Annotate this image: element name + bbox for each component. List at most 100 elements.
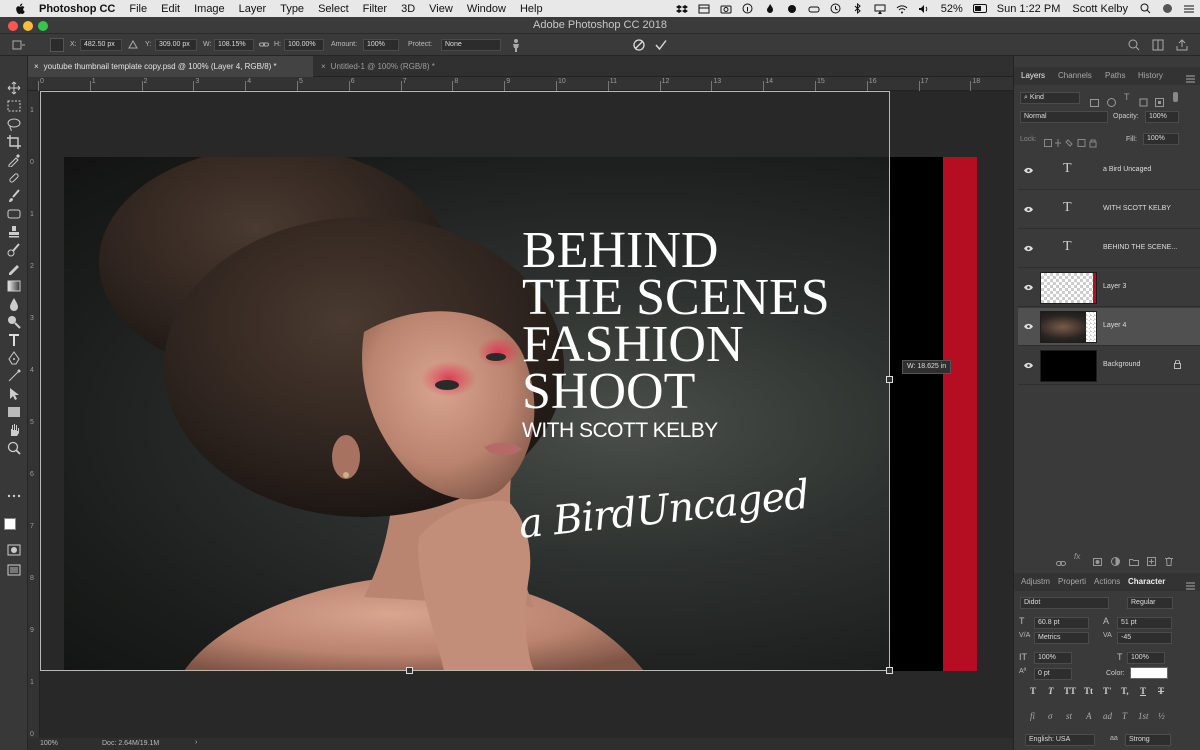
transform-handle-right[interactable] — [886, 376, 893, 383]
menu-user[interactable]: Scott Kelby — [1066, 3, 1134, 15]
dodge-tool-icon[interactable] — [6, 314, 22, 330]
layer-row-a-bird-uncaged[interactable]: T a Bird Uncaged — [1018, 152, 1200, 190]
close-tab-icon[interactable]: × — [321, 62, 326, 71]
time-machine-icon[interactable] — [829, 3, 843, 14]
wifi-icon[interactable] — [895, 3, 909, 14]
link-layers-icon[interactable] — [1056, 554, 1066, 572]
search-panel-icon[interactable] — [1128, 39, 1140, 53]
vertical-scale-field[interactable]: 100% — [1034, 652, 1072, 664]
font-family-select[interactable]: Didot — [1020, 597, 1109, 609]
all-caps-button[interactable]: TT — [1064, 686, 1076, 696]
titling-button[interactable]: T — [1122, 711, 1127, 721]
filter-shape-icon[interactable] — [1139, 94, 1148, 112]
notification-center-icon[interactable] — [1182, 3, 1196, 14]
hand-tool-icon[interactable] — [6, 422, 22, 438]
visibility-eye-icon[interactable] — [1023, 205, 1034, 214]
layer-name[interactable]: a Bird Uncaged — [1103, 166, 1151, 173]
menu-type[interactable]: Type — [273, 3, 311, 15]
lock-icons[interactable] — [1044, 135, 1114, 153]
new-group-icon[interactable] — [1129, 553, 1139, 571]
filter-adjustment-icon[interactable] — [1107, 94, 1116, 112]
panel-menu-icon[interactable] — [1186, 577, 1195, 595]
horizontal-scale-field[interactable]: 100% — [1127, 652, 1165, 664]
menu-layer[interactable]: Layer — [232, 3, 274, 15]
menu-select[interactable]: Select — [311, 3, 356, 15]
stylistic-alternates-button[interactable]: ad — [1103, 711, 1112, 721]
subscript-button[interactable]: T, — [1121, 686, 1129, 696]
adjustment-layer-icon[interactable] — [1111, 553, 1120, 571]
layer-row-behind-the-scenes[interactable]: T BEHIND THE SCENE... — [1018, 230, 1200, 268]
menu-image[interactable]: Image — [187, 3, 232, 15]
menu-help[interactable]: Help — [513, 3, 550, 15]
layer-row-with-scott-kelby[interactable]: T WITH SCOTT KELBY — [1018, 191, 1200, 229]
tab-paths[interactable]: Paths — [1105, 71, 1125, 80]
brush-tool-icon[interactable] — [6, 188, 22, 204]
reference-point-icon[interactable] — [50, 38, 64, 52]
ordinals-button[interactable]: 1st — [1138, 711, 1149, 721]
volume-icon[interactable] — [917, 3, 931, 14]
bluetooth-icon[interactable] — [851, 3, 865, 14]
siri-icon[interactable] — [1160, 3, 1174, 14]
shape-tool-icon[interactable] — [6, 404, 22, 420]
tab-actions[interactable]: Actions — [1094, 577, 1120, 586]
superscript-button[interactable]: T' — [1103, 686, 1112, 696]
language-select[interactable]: English: USA — [1025, 734, 1095, 746]
blur-tool-icon[interactable] — [6, 296, 22, 312]
close-tab-icon[interactable]: × — [34, 62, 39, 71]
healing-brush-icon[interactable] — [6, 170, 22, 186]
marquee-tool-icon[interactable] — [6, 98, 22, 114]
cloud-icon[interactable] — [785, 3, 799, 14]
layer-style-icon[interactable]: fx — [1074, 552, 1080, 561]
move-tool-icon[interactable] — [6, 80, 22, 96]
panel-menu-icon[interactable] — [1186, 70, 1195, 88]
crop-tool-icon[interactable] — [6, 134, 22, 150]
transform-handle-bottom-right[interactable] — [886, 667, 893, 674]
layer-name[interactable]: Layer 4 — [1103, 322, 1126, 329]
visibility-eye-icon[interactable] — [1023, 166, 1034, 175]
strikethrough-button[interactable]: T — [1158, 686, 1164, 696]
foreground-color-swatch[interactable] — [4, 518, 16, 530]
tab-youtube-thumbnail[interactable]: × youtube thumbnail template copy.psd @ 1… — [28, 56, 313, 77]
layer-name[interactable]: Layer 3 — [1103, 283, 1126, 290]
type-tool-icon[interactable] — [6, 332, 22, 348]
lasso-tool-icon[interactable] — [6, 116, 22, 132]
tab-untitled-1[interactable]: × Untitled-1 @ 100% (RGB/8) * — [315, 56, 495, 77]
tab-channels[interactable]: Channels — [1058, 71, 1092, 80]
share-icon[interactable] — [1176, 39, 1188, 53]
close-window-button[interactable] — [8, 21, 18, 31]
amount-field[interactable]: 100% — [363, 39, 399, 51]
dropbox-icon[interactable] — [675, 3, 689, 14]
path-selection-icon[interactable] — [6, 368, 22, 384]
eraser-icon[interactable] — [6, 206, 22, 222]
flame-icon[interactable] — [763, 3, 777, 14]
anti-alias-select[interactable]: Strong — [1125, 734, 1171, 746]
kerning-field[interactable]: Metrics — [1034, 632, 1089, 644]
document-canvas[interactable]: BEHIND THE SCENES FASHION SHOOT WITH SCO… — [64, 157, 977, 671]
menu-file[interactable]: File — [122, 3, 154, 15]
opacity-field[interactable]: 100% — [1145, 111, 1179, 123]
workspace-icon[interactable] — [1152, 39, 1164, 53]
protect-skin-icon[interactable] — [511, 38, 521, 54]
gradient-tool-icon[interactable] — [6, 278, 22, 294]
y-field[interactable]: 309.00 px — [155, 39, 197, 51]
text-color-swatch[interactable] — [1130, 667, 1168, 679]
tab-layers[interactable]: Layers — [1021, 71, 1045, 80]
controller-icon[interactable] — [807, 3, 821, 14]
width-field[interactable]: 108.15% — [214, 39, 254, 51]
old-style-button[interactable]: σ — [1048, 711, 1052, 721]
history-brush-icon[interactable] — [6, 242, 22, 258]
clone-stamp-icon[interactable] — [6, 224, 22, 240]
pen-tool-icon[interactable] — [6, 350, 22, 366]
swash-button[interactable]: A — [1086, 711, 1092, 721]
apple-icon[interactable] — [13, 3, 27, 15]
layer-row-background[interactable]: Background — [1018, 347, 1200, 385]
visibility-eye-icon[interactable] — [1023, 361, 1034, 370]
ligatures-button[interactable]: fi — [1030, 711, 1035, 721]
layer-name[interactable]: BEHIND THE SCENE... — [1103, 244, 1177, 251]
blend-mode-select[interactable]: Normal — [1020, 111, 1108, 123]
screen-mode-icon[interactable] — [6, 562, 22, 578]
new-layer-icon[interactable] — [1147, 553, 1156, 571]
minimize-window-button[interactable] — [23, 21, 33, 31]
zoom-window-button[interactable] — [38, 21, 48, 31]
layer-row-layer-4[interactable]: Layer 4 — [1018, 308, 1200, 346]
